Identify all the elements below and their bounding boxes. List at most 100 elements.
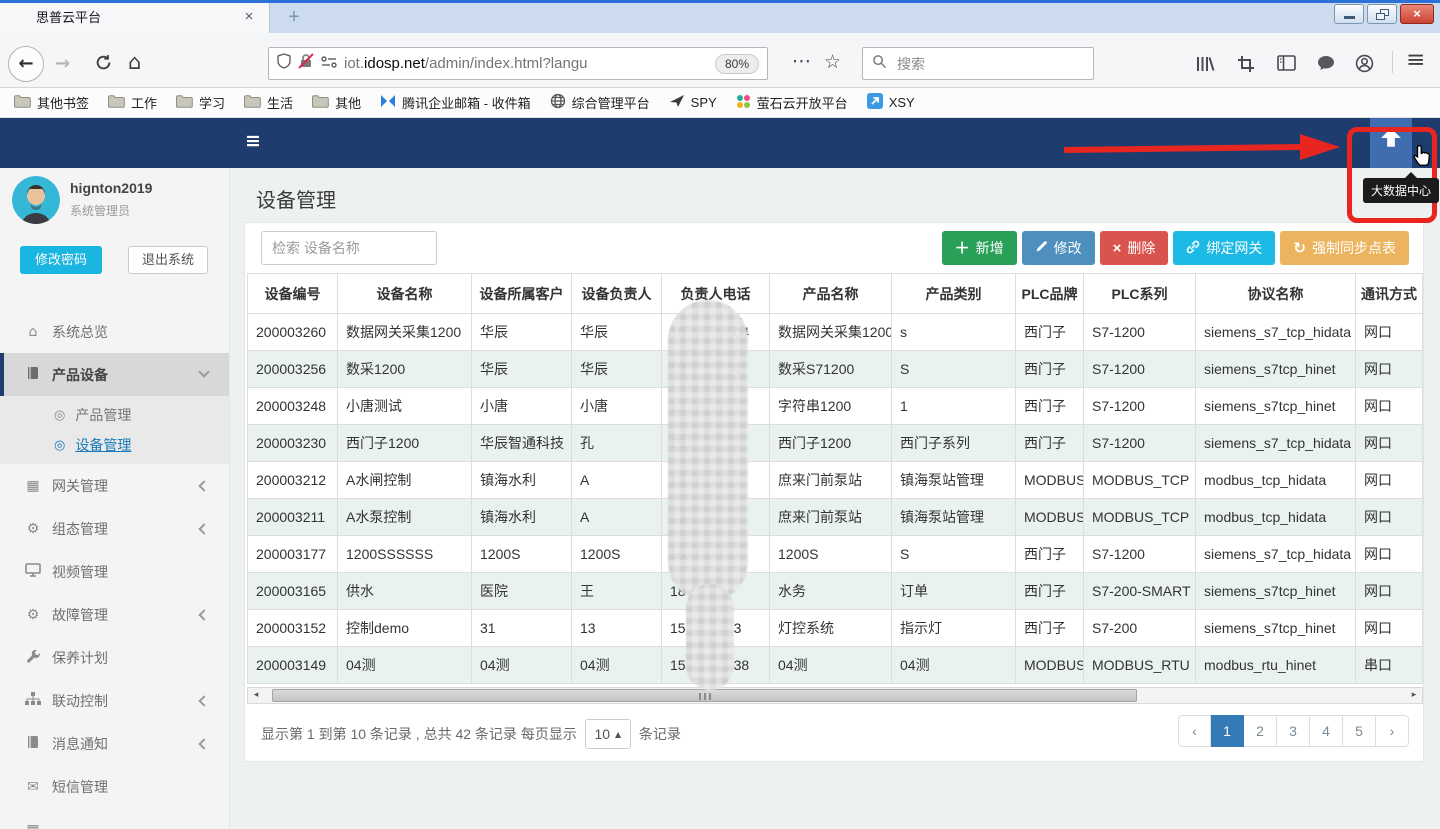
sidebar-item-device-management[interactable]: ◎ 设备管理	[0, 430, 230, 460]
table-row[interactable]: 200003230西门子1200华辰智通科技孔15西门子1200西门子系列西门子…	[248, 425, 1423, 462]
device-search-input[interactable]	[261, 231, 437, 265]
shield-icon[interactable]	[277, 53, 291, 74]
table-row[interactable]: 200003212A水闸控制镇海水利A13庶来门前泵站镇海泵站管理MODBUSM…	[248, 462, 1423, 499]
bookmark-folder[interactable]: 生活	[244, 93, 293, 112]
page-actions-icon[interactable]: ⋯	[792, 50, 811, 72]
bookmark-star-icon[interactable]: ☆	[824, 51, 841, 73]
sidebar-item-configuration-management[interactable]: ⚙ 组态管理	[0, 507, 230, 550]
pager-page[interactable]: 2	[1244, 715, 1277, 747]
paper-plane-icon	[669, 94, 685, 111]
logout-button[interactable]: 退出系统	[128, 246, 208, 274]
insecure-lock-icon[interactable]	[298, 53, 314, 74]
forward-button[interactable]: →	[55, 53, 70, 74]
horizontal-scrollbar[interactable]: ◂ ▸	[247, 687, 1423, 704]
sidebar-item-product-management[interactable]: ◎ 产品管理	[0, 400, 230, 430]
table-cell: siemens_s7_tcp_hidata	[1196, 425, 1356, 462]
sidebar-item-linkage-control[interactable]: 联动控制	[0, 679, 230, 722]
pager-page[interactable]: 3	[1277, 715, 1310, 747]
scroll-left-arrow[interactable]: ◂	[248, 688, 264, 703]
change-password-button[interactable]: 修改密码	[20, 246, 102, 274]
column-header[interactable]: 设备负责人	[572, 274, 662, 314]
page-size-select[interactable]: 10▲	[585, 719, 631, 749]
sidebar-collapse-icon[interactable]: ≡	[245, 130, 261, 152]
table-row[interactable]: 200003211A水泵控制镇海水利A13庶来门前泵站镇海泵站管理MODBUSM…	[248, 499, 1423, 536]
bind-gateway-button[interactable]: 绑定网关	[1173, 231, 1275, 265]
column-header[interactable]: 协议名称	[1196, 274, 1356, 314]
column-header[interactable]: 产品名称	[770, 274, 892, 314]
pager-page[interactable]: 4	[1310, 715, 1343, 747]
bookmark-folder[interactable]: 工作	[108, 93, 157, 112]
table-cell: 西门子	[1016, 314, 1084, 351]
library-icon[interactable]	[1195, 55, 1215, 78]
column-header[interactable]: 通讯方式	[1356, 274, 1423, 314]
url-text[interactable]: iot.idosp.net/admin/index.html?langu	[344, 55, 708, 72]
bookmark-folder[interactable]: 其他	[312, 93, 361, 112]
new-tab-button[interactable]: +	[282, 5, 306, 29]
refresh-icon: ↻	[1293, 241, 1306, 256]
browser-tab[interactable]: 思普云平台 ×	[0, 3, 270, 33]
column-header[interactable]: 产品类别	[892, 274, 1016, 314]
table-row[interactable]: 20000314904测04测04测153804测04测MODBUSMODBUS…	[248, 647, 1423, 684]
pager-prev[interactable]: ‹	[1178, 715, 1211, 747]
browser-titlebar: 思普云平台 × + ×	[0, 0, 1440, 33]
table-row[interactable]: 200003165供水医院王18水务订单西门子S7-200-SMARTsieme…	[248, 573, 1423, 610]
bookmark-link[interactable]: 萤石云开放平台	[736, 93, 848, 112]
sidebar-item-partial[interactable]: ▦	[0, 808, 230, 829]
messages-bubble-icon[interactable]	[1317, 55, 1335, 76]
account-icon[interactable]	[1355, 54, 1374, 78]
bookmark-link[interactable]: XSY	[867, 93, 915, 112]
bookmark-link[interactable]: SPY	[669, 94, 717, 111]
close-button[interactable]: ×	[1400, 4, 1434, 24]
column-header[interactable]: PLC品牌	[1016, 274, 1084, 314]
zoom-level-badge[interactable]: 80%	[715, 54, 759, 74]
column-header[interactable]: PLC系列	[1084, 274, 1196, 314]
home-button[interactable]: ⌂	[128, 50, 141, 74]
sidebar-item-message-notification[interactable]: 消息通知	[0, 722, 230, 765]
column-header[interactable]: 设备名称	[338, 274, 472, 314]
column-header[interactable]: 设备编号	[248, 274, 338, 314]
browser-search-bar[interactable]	[862, 47, 1094, 80]
sidebar-item-product-device[interactable]: 产品设备	[0, 353, 230, 396]
scrollbar-thumb[interactable]	[272, 689, 1137, 702]
pager-next[interactable]: ›	[1376, 715, 1409, 747]
pager-page[interactable]: 5	[1343, 715, 1376, 747]
bookmark-folder[interactable]: 学习	[176, 93, 225, 112]
bookmark-folder[interactable]: 其他书签	[14, 93, 89, 112]
table-cell: S	[892, 536, 1016, 573]
menu-hamburger-icon[interactable]: ≡	[1406, 47, 1425, 73]
edit-button[interactable]: 修改	[1022, 231, 1095, 265]
bookmark-link[interactable]: 腾讯企业邮箱 - 收件箱	[380, 93, 531, 112]
add-button[interactable]: ＋新增	[942, 231, 1017, 265]
avatar[interactable]	[12, 176, 60, 224]
table-cell: siemens_s7_tcp_hidata	[1196, 536, 1356, 573]
table-row[interactable]: 200003152控制demo3113153灯控系统指示灯西门子S7-200si…	[248, 610, 1423, 647]
reload-icon[interactable]	[95, 54, 112, 76]
pager-page[interactable]: 1	[1211, 715, 1244, 747]
tab-close-icon[interactable]: ×	[239, 7, 259, 27]
sidebar-item-system-overview[interactable]: ⌂ 系统总览	[0, 310, 230, 353]
address-bar[interactable]: iot.idosp.net/admin/index.html?langu 80%	[268, 47, 768, 80]
sidebar-item-fault-management[interactable]: ⚙ 故障管理	[0, 593, 230, 636]
sidebar-item-sms-management[interactable]: ✉ 短信管理	[0, 765, 230, 808]
column-header[interactable]: 设备所属客户	[472, 274, 572, 314]
sidebar-item-maintenance-plan[interactable]: 保养计划	[0, 636, 230, 679]
table-row[interactable]: 200003248小唐测试小唐小唐13字符串12001西门子S7-1200sie…	[248, 388, 1423, 425]
force-sync-button[interactable]: ↻强制同步点表	[1280, 231, 1409, 265]
back-button[interactable]: ←	[8, 46, 44, 82]
bookmark-link[interactable]: 综合管理平台	[550, 93, 650, 112]
sidebar-toggle-icon[interactable]	[1277, 55, 1296, 76]
main-content: 设备管理 ＋新增 修改 ×删除 绑定网关 ↻强制同步点表 设备编号设备名称设备所…	[230, 168, 1440, 829]
sidebar-item-gateway-management[interactable]: ▦ 网关管理	[0, 464, 230, 507]
permissions-icon[interactable]	[321, 55, 337, 73]
table-row[interactable]: 200003260数据网关采集1200华辰华辰1804数据网关采集1200s西门…	[248, 314, 1423, 351]
table-row[interactable]: 2000031771200SSSSSS1200S1200S151200SS西门子…	[248, 536, 1423, 573]
delete-button[interactable]: ×删除	[1100, 231, 1169, 265]
table-cell: 华辰	[472, 351, 572, 388]
restore-button[interactable]	[1367, 4, 1397, 24]
sidebar-item-video-management[interactable]: 视频管理	[0, 550, 230, 593]
screenshot-crop-icon[interactable]	[1237, 55, 1255, 78]
search-input[interactable]	[895, 55, 1065, 73]
scroll-right-arrow[interactable]: ▸	[1406, 688, 1422, 703]
minimize-button[interactable]	[1334, 4, 1364, 24]
table-row[interactable]: 200003256数采1200华辰华辰184数采S71200S西门子S7-120…	[248, 351, 1423, 388]
